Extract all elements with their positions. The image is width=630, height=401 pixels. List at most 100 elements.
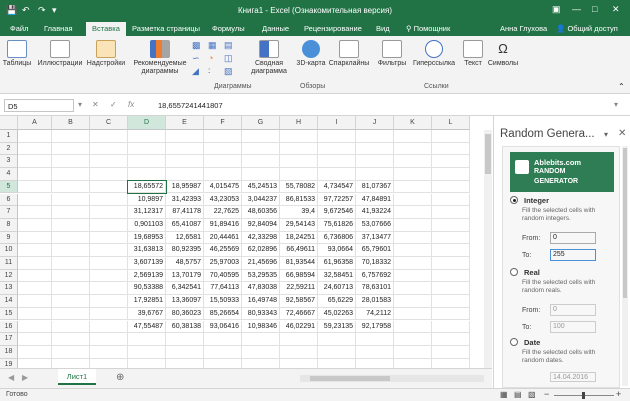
cell-l15[interactable] xyxy=(432,307,470,321)
column-header-d[interactable]: D xyxy=(128,116,166,130)
cell-f4[interactable] xyxy=(204,168,242,181)
symbols-button[interactable]: Ω Символы xyxy=(486,40,520,68)
cell-d7[interactable]: 31,12317 xyxy=(128,206,166,219)
real-from-input[interactable]: 0 xyxy=(550,304,596,316)
cell-l1[interactable] xyxy=(432,130,470,143)
cell-k5[interactable] xyxy=(394,180,432,194)
cell-i9[interactable]: 6,736806 xyxy=(318,231,356,245)
cell-g2[interactable] xyxy=(242,142,280,156)
real-to-input[interactable]: 100 xyxy=(550,321,596,333)
cell-j13[interactable]: 78,63101 xyxy=(356,282,394,296)
text-button[interactable]: Текст xyxy=(460,40,486,68)
column-header-g[interactable]: G xyxy=(242,116,280,130)
cell-k11[interactable] xyxy=(394,257,432,270)
cell-d10[interactable]: 31,63813 xyxy=(128,244,166,257)
real-radio[interactable] xyxy=(510,268,518,276)
cell-a13[interactable] xyxy=(18,282,52,296)
cell-c7[interactable] xyxy=(90,206,128,219)
cell-e5[interactable]: 18,95987 xyxy=(166,180,204,194)
cell-c16[interactable] xyxy=(90,320,128,334)
cell-l7[interactable] xyxy=(432,206,470,219)
maximize-icon[interactable]: □ xyxy=(592,4,597,14)
cell-h4[interactable] xyxy=(280,168,318,181)
cell-b4[interactable] xyxy=(52,168,90,181)
horizontal-scroll-thumb[interactable] xyxy=(310,376,390,381)
cell-j12[interactable]: 6,757692 xyxy=(356,269,394,283)
cell-j14[interactable]: 28,01583 xyxy=(356,295,394,308)
cell-l14[interactable] xyxy=(432,295,470,308)
row-header-4[interactable]: 4 xyxy=(0,168,18,181)
cell-g7[interactable]: 48,60356 xyxy=(242,206,280,219)
cell-a14[interactable] xyxy=(18,295,52,308)
combo-chart-icon[interactable]: ▧ xyxy=(224,66,233,77)
column-header-b[interactable]: B xyxy=(52,116,90,130)
cell-f1[interactable] xyxy=(204,130,242,143)
row-header-14[interactable]: 14 xyxy=(0,295,18,308)
cell-i2[interactable] xyxy=(318,142,356,156)
cell-f6[interactable]: 43,23053 xyxy=(204,193,242,207)
cell-k19[interactable] xyxy=(394,358,432,368)
addins-button[interactable]: Надстройки xyxy=(86,40,126,68)
cell-c15[interactable] xyxy=(90,307,128,321)
cell-e16[interactable]: 60,38138 xyxy=(166,320,204,334)
cell-a3[interactable] xyxy=(18,155,52,169)
cell-h2[interactable] xyxy=(280,142,318,156)
cell-b7[interactable] xyxy=(52,206,90,219)
cell-j2[interactable] xyxy=(356,142,394,156)
area-chart-icon[interactable]: ◢ xyxy=(192,66,199,77)
cell-b19[interactable] xyxy=(52,358,90,368)
cell-d16[interactable]: 47,55487 xyxy=(128,320,166,334)
cell-a5[interactable] xyxy=(18,180,52,194)
cell-c4[interactable] xyxy=(90,168,128,181)
cell-d8[interactable]: 0,901103 xyxy=(128,218,166,232)
column-header-h[interactable]: H xyxy=(280,116,318,130)
cell-h3[interactable] xyxy=(280,155,318,169)
row-header-19[interactable]: 19 xyxy=(0,358,18,368)
cell-d12[interactable]: 2,569139 xyxy=(128,269,166,283)
cancel-icon[interactable]: ✕ xyxy=(92,100,99,109)
pane-close-icon[interactable]: ✕ xyxy=(618,128,626,139)
cell-l8[interactable] xyxy=(432,218,470,232)
cell-c6[interactable] xyxy=(90,193,128,207)
cell-b14[interactable] xyxy=(52,295,90,308)
cell-g5[interactable]: 45,24513 xyxy=(242,180,280,194)
recommended-charts-button[interactable]: Рекомендуемые диаграммы xyxy=(132,40,188,76)
cell-g9[interactable]: 42,33298 xyxy=(242,231,280,245)
cell-j7[interactable]: 41,93224 xyxy=(356,206,394,219)
cell-k16[interactable] xyxy=(394,320,432,334)
cell-i4[interactable] xyxy=(318,168,356,181)
hierarchy-chart-icon[interactable]: ▦ xyxy=(208,40,217,51)
row-header-11[interactable]: 11 xyxy=(0,257,18,270)
select-all-corner[interactable] xyxy=(0,116,18,130)
cell-e11[interactable]: 48,5757 xyxy=(166,257,204,270)
tables-button[interactable]: Таблицы xyxy=(2,40,32,68)
cell-k14[interactable] xyxy=(394,295,432,308)
cell-h13[interactable]: 22,59211 xyxy=(280,282,318,296)
cell-b16[interactable] xyxy=(52,320,90,334)
cell-a4[interactable] xyxy=(18,168,52,181)
cell-l18[interactable] xyxy=(432,345,470,359)
cell-c2[interactable] xyxy=(90,142,128,156)
cell-c1[interactable] xyxy=(90,130,128,143)
cell-d18[interactable] xyxy=(128,345,166,359)
cell-k3[interactable] xyxy=(394,155,432,169)
cell-l9[interactable] xyxy=(432,231,470,245)
cell-h19[interactable] xyxy=(280,358,318,368)
column-header-l[interactable]: L xyxy=(432,116,470,130)
cell-g4[interactable] xyxy=(242,168,280,181)
tab-insert[interactable]: Вставка xyxy=(86,22,126,36)
cell-d11[interactable]: 3,607139 xyxy=(128,257,166,270)
cell-h11[interactable]: 81,93544 xyxy=(280,257,318,270)
cell-j1[interactable] xyxy=(356,130,394,143)
cell-b13[interactable] xyxy=(52,282,90,296)
name-box[interactable]: D5 xyxy=(4,99,74,112)
cell-b11[interactable] xyxy=(52,257,90,270)
cell-d17[interactable] xyxy=(128,333,166,346)
column-header-j[interactable]: J xyxy=(356,116,394,130)
enter-icon[interactable]: ✓ xyxy=(110,100,117,109)
tab-formulas[interactable]: Формулы xyxy=(212,24,245,33)
cell-b8[interactable] xyxy=(52,218,90,232)
cell-a19[interactable] xyxy=(18,358,52,368)
cell-f2[interactable] xyxy=(204,142,242,156)
cell-e13[interactable]: 6,342541 xyxy=(166,282,204,296)
